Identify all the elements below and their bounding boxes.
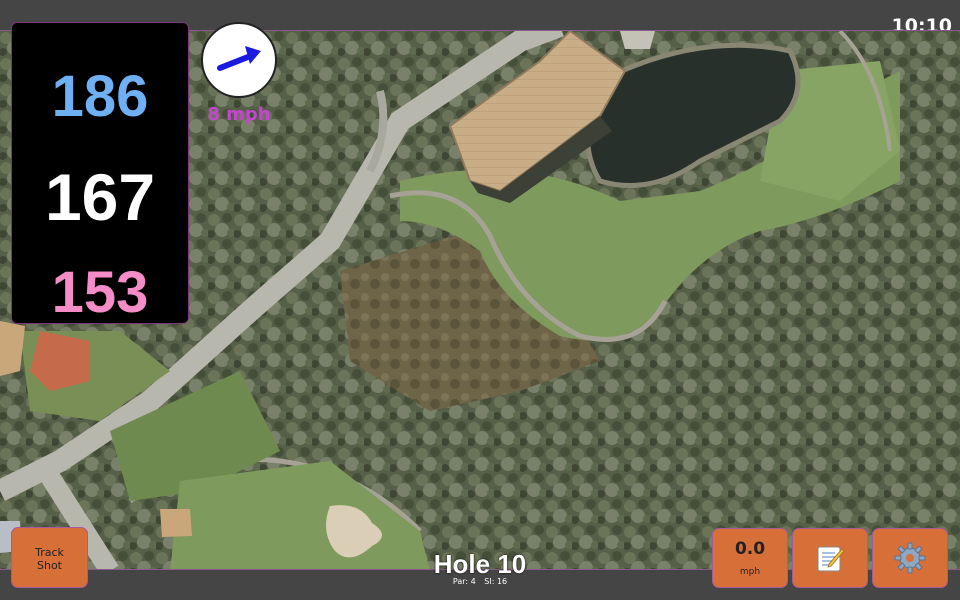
speed-unit: mph <box>739 567 761 577</box>
hole-title: Hole 10 <box>433 549 527 579</box>
wind-direction-dial <box>201 22 277 98</box>
front-distance: 153 <box>51 260 149 325</box>
wind-speed: 8 mph <box>207 104 271 125</box>
track-shot-button[interactable]: Track Shot <box>11 527 88 588</box>
track-shot-label-line1: Track <box>35 546 64 559</box>
notes-button[interactable] <box>792 528 868 588</box>
gear-icon <box>894 542 926 574</box>
settings-button[interactable] <box>872 528 948 588</box>
distance-panel: 186 167 153 <box>11 22 189 325</box>
arrow-right-icon <box>217 46 261 71</box>
track-shot-label-line2: Shot <box>37 559 62 572</box>
hole-par: Par: 4 <box>452 577 476 586</box>
hole-stroke-index: SI: 16 <box>484 577 508 586</box>
speed-button[interactable]: 0.0 mph <box>712 528 788 588</box>
notepad-icon <box>817 546 845 572</box>
middle-distance: 167 <box>44 160 156 234</box>
speed-value: 0.0 <box>734 539 766 559</box>
hole-info: Par: 4 SI: 16 <box>380 577 580 586</box>
back-distance: 186 <box>51 64 149 129</box>
